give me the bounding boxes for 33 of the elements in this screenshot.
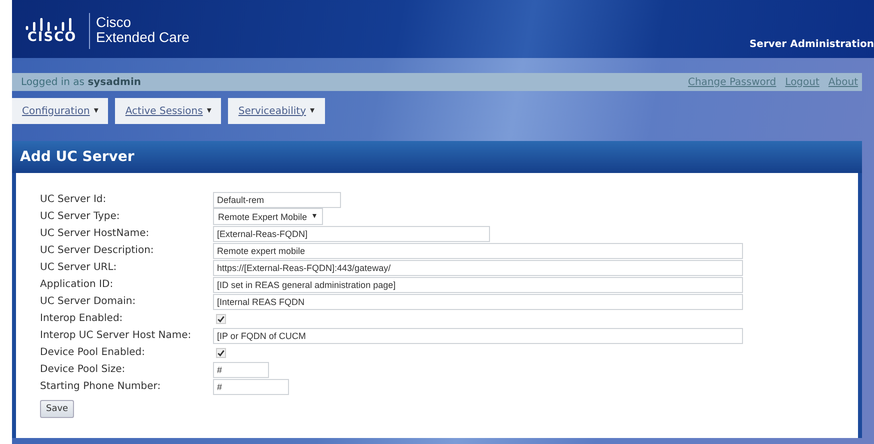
field-label: Interop Enabled: [40,312,124,326]
input-field[interactable]: # [213,362,269,378]
field-label: Device Pool Size: [40,363,126,377]
input-field[interactable]: # [213,378,289,394]
field-label: UC Server Type: [40,210,121,224]
field-label: UC Server Description: [40,244,155,258]
panel-title: Add UC Server [12,141,862,173]
input-field[interactable]: [IP or FQDN of CUCM [213,328,743,344]
login-status: Logged in as sysadmin [21,76,141,88]
product-name: Cisco [96,15,132,30]
input-field[interactable]: [ID set in REAS general administration page] [213,276,743,292]
brand-logo-text: CISCO [27,31,77,45]
field-label: UC Server Id: [40,193,108,207]
field-label: Interop UC Server Host Name: [40,329,192,343]
field-label: Device Pool Enabled: [40,346,146,360]
checkbox[interactable] [216,348,226,358]
input-field[interactable]: Remote expert mobile [213,242,743,258]
input-field[interactable]: [External-Reas-FQDN] [213,226,490,242]
field-label: Application ID: [40,278,114,292]
input-field[interactable]: https://[External-Reas-FQDN]:443/gateway/ [213,260,743,276]
input-field[interactable]: Default-rem [213,192,341,208]
save-button[interactable]: Save [40,400,74,418]
input-field[interactable]: [Internal REAS FQDN [213,294,743,310]
field-label: UC Server HostName: [40,227,150,241]
menu-button[interactable]: Serviceability ▾ [228,98,325,124]
checkbox[interactable] [216,314,226,324]
product-name: Extended Care [96,30,190,45]
menu-button[interactable]: Configuration ▾ [12,98,108,124]
section-title: Server Administration [749,39,874,50]
field-label: Starting Phone Number: [40,380,162,394]
field-label: UC Server URL: [40,261,118,275]
menu-button[interactable]: Active Sessions ▾ [115,98,222,124]
field-label: UC Server Domain: [40,295,137,309]
